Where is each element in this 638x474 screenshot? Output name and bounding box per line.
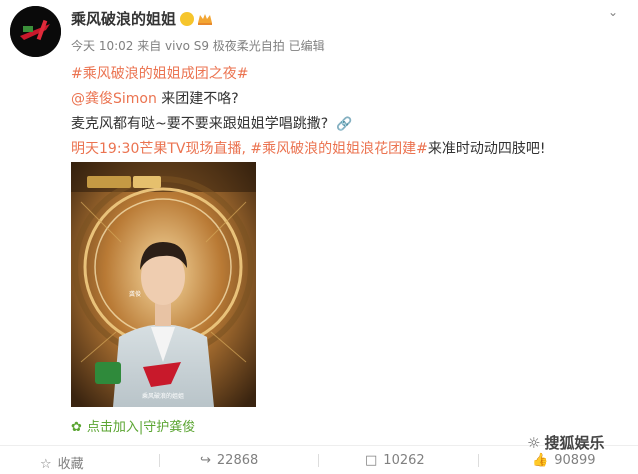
comment-icon: □: [365, 453, 378, 468]
account-name[interactable]: 乘风破浪的姐姐: [71, 8, 213, 29]
post-image[interactable]: 乘风破浪的姐姐 龚俊: [71, 162, 256, 407]
repost-icon: ↪: [200, 453, 211, 468]
post-text: 来准时动动四肢吧!: [427, 141, 546, 157]
guard-link[interactable]: ✿ 点击加入|守护龚俊: [71, 416, 195, 435]
star-icon: ☆: [40, 457, 52, 472]
comment-button[interactable]: □ 10262: [365, 453, 425, 468]
sohu-logo-icon: ☼: [527, 434, 541, 452]
post-text: 麦克风都有哒~要不要来跟姐姐学唱跳撒?: [71, 116, 329, 132]
post-text: 来团建不咯?: [156, 91, 239, 107]
svg-text:乘风破浪的姐姐: 乘风破浪的姐姐: [142, 392, 184, 400]
post-meta: 今天 10:02 来自 vivo S9 极夜柔光自拍 已编辑: [71, 39, 325, 53]
vip-crown-icon: [198, 14, 213, 25]
separator: [318, 454, 319, 467]
hashtag-link[interactable]: #乘风破浪的姐姐成团之夜#: [71, 66, 248, 82]
watermark: ☼ 搜狐娱乐: [527, 434, 605, 452]
flower-icon: ✿: [71, 420, 82, 435]
verified-badge-icon: [180, 12, 195, 26]
like-button[interactable]: 👍 90899: [532, 453, 596, 468]
separator: [478, 454, 479, 467]
hashtag-link[interactable]: #乘风破浪的姐姐浪花团建#: [250, 141, 427, 157]
mention-link[interactable]: @龚俊Simon: [71, 91, 157, 107]
avatar[interactable]: [10, 6, 61, 57]
separator: [159, 454, 160, 467]
post-text: 明天19:30芒果TV现场直播,: [71, 141, 246, 157]
chevron-down-icon[interactable]: ⌄: [608, 5, 618, 19]
link-icon: 🔗: [336, 117, 353, 132]
thumbs-up-icon: 👍: [532, 453, 549, 468]
post-content: #乘风破浪的姐姐成团之夜# @龚俊Simon 来团建不咯? 麦克风都有哒~要不要…: [71, 62, 631, 162]
collect-button[interactable]: ☆ 收藏: [40, 453, 84, 472]
poster-name-label: 龚俊: [129, 290, 141, 298]
repost-button[interactable]: ↪ 22868: [200, 453, 258, 468]
